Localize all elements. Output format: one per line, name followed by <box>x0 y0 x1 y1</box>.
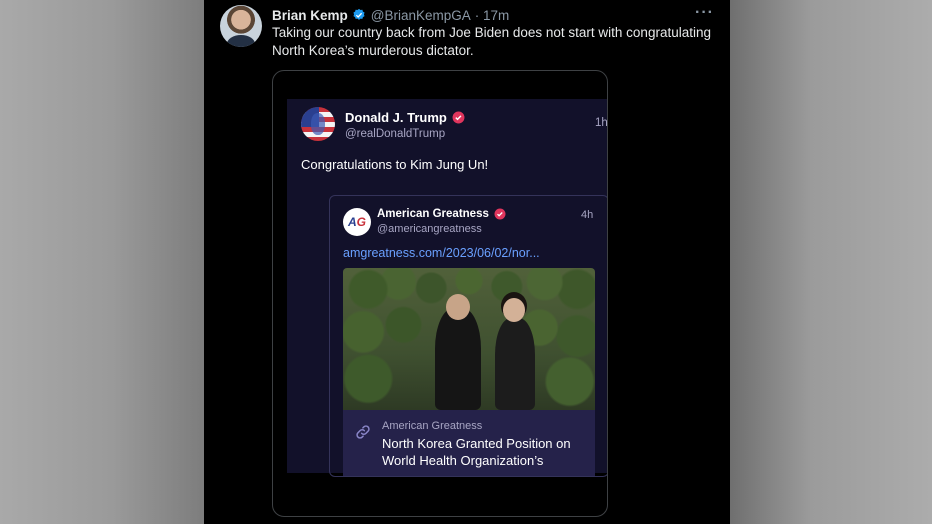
truth-verified-icon <box>452 111 465 124</box>
quoted-timestamp: 4h <box>581 209 594 221</box>
embedded-author-handle: @realDonaldTrump <box>345 128 446 140</box>
embedded-author-name: Donald J. Trump <box>345 110 447 125</box>
tweet-timestamp[interactable]: · 17m <box>475 8 510 23</box>
more-options-icon[interactable]: ··· <box>695 5 714 21</box>
author-handle[interactable]: @BrianKempGA <box>371 8 471 23</box>
photo-figure-girl-head <box>503 298 525 322</box>
embedded-timestamp: 1h <box>595 117 608 129</box>
photo-figure-girl <box>495 318 535 410</box>
verified-badge-icon <box>353 8 365 20</box>
trump-avatar <box>301 107 335 141</box>
link-icon <box>356 425 370 439</box>
quoted-post: AG American Greatness @americangreatness… <box>329 195 607 477</box>
truth-social-screenshot: Donald J. Trump @realDonaldTrump 1h Cong… <box>287 99 608 477</box>
quoted-link: amgreatness.com/2023/06/02/nor... <box>343 246 540 260</box>
author-name[interactable]: Brian Kemp <box>272 8 348 23</box>
quoted-author-row: American Greatness <box>377 208 506 220</box>
link-card: American Greatness North Korea Granted P… <box>343 410 595 476</box>
link-card-title: North Korea Granted Position on World He… <box>382 436 571 468</box>
quoted-author-name: American Greatness <box>377 208 489 220</box>
photo-figure-man-head <box>446 294 470 320</box>
article-photo <box>343 268 595 410</box>
tweet-text: Taking our country back from Joe Biden d… <box>272 25 711 58</box>
link-card-site: American Greatness <box>382 420 483 432</box>
quoted-verified-icon <box>494 208 506 220</box>
avatar[interactable] <box>220 5 262 47</box>
photo-figure-man <box>435 308 481 410</box>
tweet-header: Brian Kemp @BrianKempGA · 17m <box>272 6 509 24</box>
embedded-author-row: Donald J. Trump <box>345 110 465 125</box>
avatar-face <box>311 113 325 135</box>
tweet[interactable]: Brian Kemp @BrianKempGA · 17m ··· Taking… <box>204 0 730 524</box>
embedded-post-text: Congratulations to Kim Jung Un! <box>301 157 489 172</box>
right-backdrop <box>730 0 932 524</box>
left-backdrop <box>0 0 204 524</box>
quoted-author-handle: @americangreatness <box>377 223 482 235</box>
avatar-suit <box>227 35 255 47</box>
american-greatness-logo: AG <box>343 208 371 236</box>
logo-letters: AG <box>347 215 366 229</box>
tweet-media[interactable]: Donald J. Trump @realDonaldTrump 1h Cong… <box>272 70 608 517</box>
